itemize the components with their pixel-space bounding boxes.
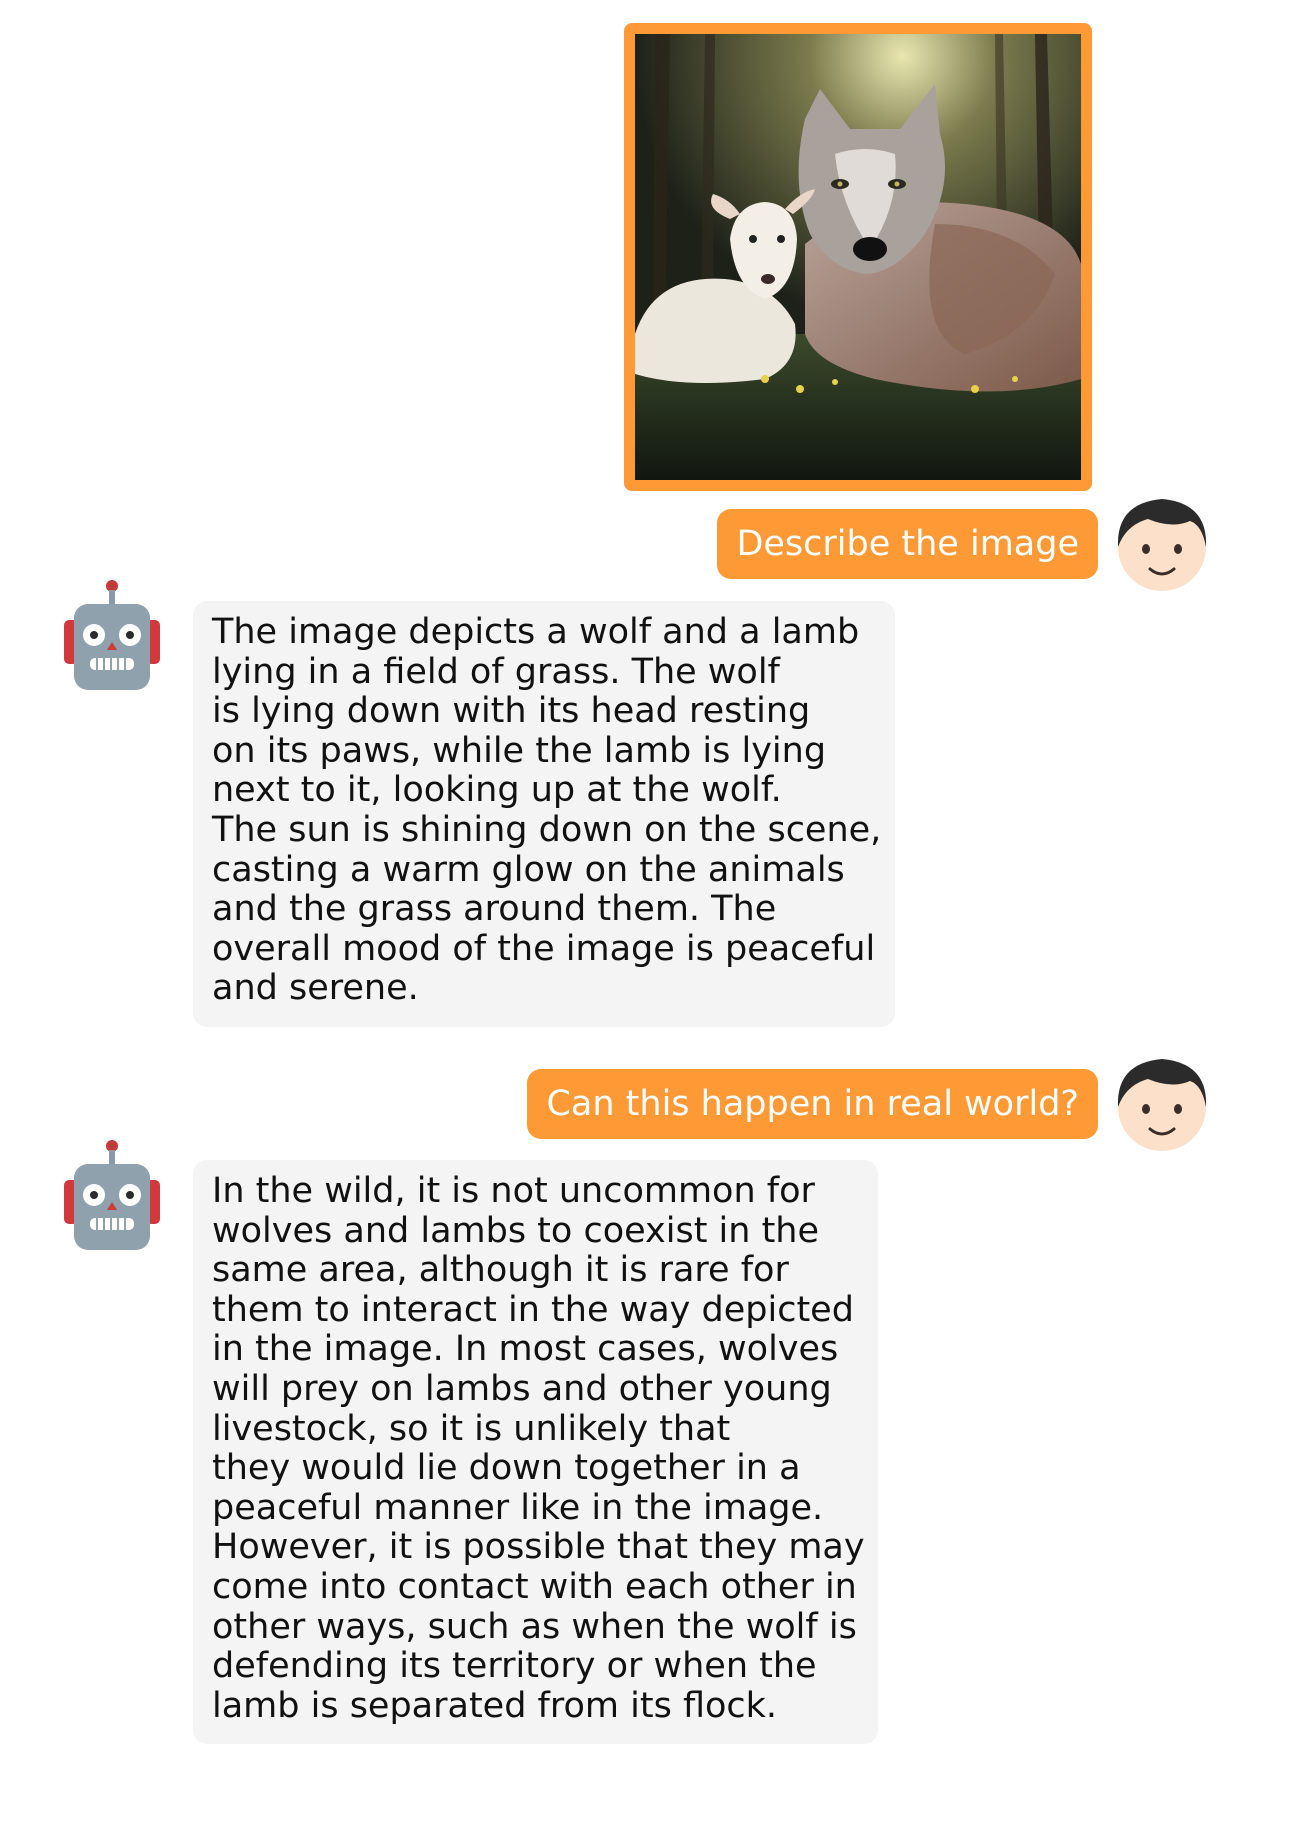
assistant-message-bubble: The image depicts a wolf and a lamb lyin…: [193, 601, 895, 1027]
boy-face-icon: [1112, 485, 1212, 595]
robot-face-icon: [62, 1140, 162, 1250]
user-message-bubble: Describe the image: [717, 509, 1098, 579]
wolf-lamb-image: [635, 34, 1081, 480]
user-image-message[interactable]: [624, 23, 1092, 491]
robot-face-icon: [62, 580, 162, 690]
assistant-message-bubble: In the wild, it is not uncommon for wolv…: [193, 1160, 878, 1744]
user-message-text: Describe the image: [736, 524, 1079, 564]
boy-face-icon: [1112, 1045, 1212, 1155]
user-message-bubble: Can this happen in real world?: [527, 1069, 1098, 1139]
user-message-text: Can this happen in real world?: [546, 1084, 1079, 1124]
